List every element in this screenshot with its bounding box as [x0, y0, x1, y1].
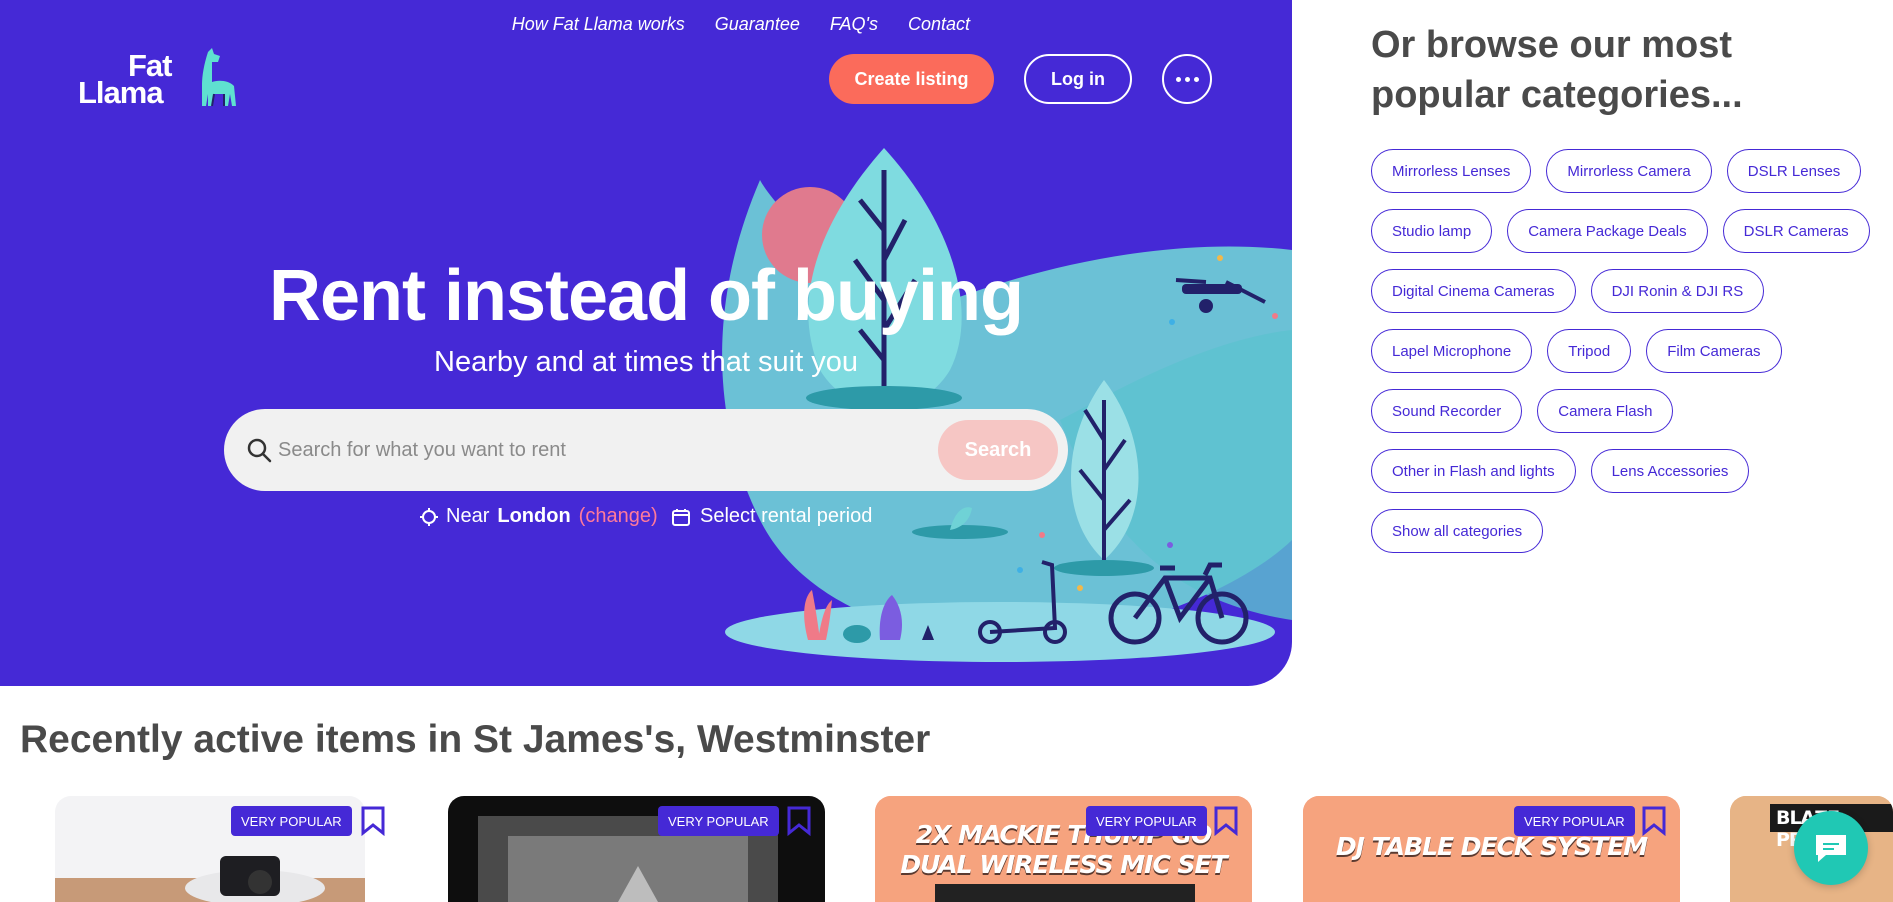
hero-subtitle: Nearby and at times that suit you: [434, 346, 858, 378]
login-button[interactable]: Log in: [1024, 54, 1132, 104]
category-chip[interactable]: Lens Accessories: [1590, 449, 1750, 493]
category-chip[interactable]: Mirrorless Lenses: [1371, 149, 1532, 193]
search-input[interactable]: [278, 429, 918, 471]
near-location: London: [497, 505, 571, 527]
bookmark-icon[interactable]: [1213, 806, 1239, 836]
popular-badge: VERY POPULAR: [231, 806, 352, 836]
chat-button[interactable]: [1794, 811, 1868, 885]
categories-title: Or browse our most popular categories...: [1371, 24, 1743, 116]
category-chip[interactable]: Lapel Microphone: [1371, 329, 1533, 373]
item-card[interactable]: 2X MACKIE THUMP GO DUAL WIRELESS MIC SET…: [875, 796, 1252, 902]
more-dot-icon: [1175, 76, 1181, 82]
hero-banner: Fat Llama How Fat Llama works Guarantee …: [0, 0, 1292, 686]
rental-period-label: Select rental period: [700, 505, 873, 527]
bookmark-icon[interactable]: [360, 806, 386, 836]
item-card[interactable]: DJ TABLE DECK SYSTEM VERY POPULAR: [1303, 796, 1680, 902]
crosshair-icon: [420, 507, 438, 526]
category-chip[interactable]: Other in Flash and lights: [1371, 449, 1576, 493]
more-dot-icon: [1184, 76, 1190, 82]
create-listing-button[interactable]: Create listing: [829, 54, 994, 104]
category-chip[interactable]: Studio lamp: [1371, 209, 1493, 253]
top-navigation: How Fat Llama works Guarantee FAQ's Cont…: [512, 14, 970, 35]
chat-bubble-icon: [1816, 835, 1846, 862]
item-card[interactable]: VERY POPULAR: [448, 796, 825, 902]
nav-how-it-works[interactable]: How Fat Llama works: [512, 14, 685, 35]
rental-period-selector[interactable]: Select rental period: [672, 505, 872, 528]
popular-badge: VERY POPULAR: [658, 806, 779, 836]
category-chips: Mirrorless Lenses Mirrorless Camera DSLR…: [1371, 149, 1871, 553]
category-chip[interactable]: DSLR Cameras: [1722, 209, 1870, 253]
search-icon: [247, 438, 272, 463]
search-bar: Search: [224, 409, 1068, 491]
item-caption-line: DUAL WIRELESS MIC SET: [900, 850, 1227, 879]
category-chip[interactable]: Film Cameras: [1646, 329, 1782, 373]
search-button[interactable]: Search: [938, 420, 1058, 480]
category-chip[interactable]: DSLR Lenses: [1726, 149, 1862, 193]
more-menu-button[interactable]: [1162, 54, 1212, 104]
category-chip[interactable]: Digital Cinema Cameras: [1371, 269, 1576, 313]
category-chip[interactable]: DJI Ronin & DJI RS: [1590, 269, 1765, 313]
llama-icon: [202, 48, 236, 107]
more-dot-icon: [1193, 76, 1199, 82]
fat-llama-logo[interactable]: Fat Llama: [78, 48, 238, 116]
bookmark-icon[interactable]: [786, 806, 812, 836]
category-chip[interactable]: Camera Flash: [1537, 389, 1674, 433]
change-location-link[interactable]: (change): [579, 505, 658, 528]
location-selector[interactable]: Near London (change): [420, 505, 658, 528]
nav-guarantee[interactable]: Guarantee: [715, 14, 800, 35]
item-card[interactable]: VERY POPULAR: [55, 796, 365, 902]
item-caption: DJ TABLE DECK SYSTEM: [1335, 832, 1648, 861]
show-all-categories-button[interactable]: Show all categories: [1371, 509, 1544, 553]
category-chip[interactable]: Sound Recorder: [1371, 389, 1523, 433]
hero-title: Rent instead of buying: [268, 256, 1024, 336]
bookmark-icon[interactable]: [1641, 806, 1667, 836]
popular-badge: VERY POPULAR: [1086, 806, 1207, 836]
category-chip[interactable]: Mirrorless Camera: [1546, 149, 1712, 193]
recent-items-title: Recently active items in St James's, Wes…: [20, 718, 931, 761]
category-chip[interactable]: Camera Package Deals: [1507, 209, 1708, 253]
nav-faqs[interactable]: FAQ's: [830, 14, 878, 35]
category-chip[interactable]: Tripod: [1547, 329, 1632, 373]
calendar-icon: [672, 508, 690, 526]
popular-badge: VERY POPULAR: [1514, 806, 1635, 836]
near-label: Near: [446, 505, 490, 527]
logo-word-llama: Llama: [78, 75, 164, 110]
nav-contact[interactable]: Contact: [908, 14, 970, 35]
